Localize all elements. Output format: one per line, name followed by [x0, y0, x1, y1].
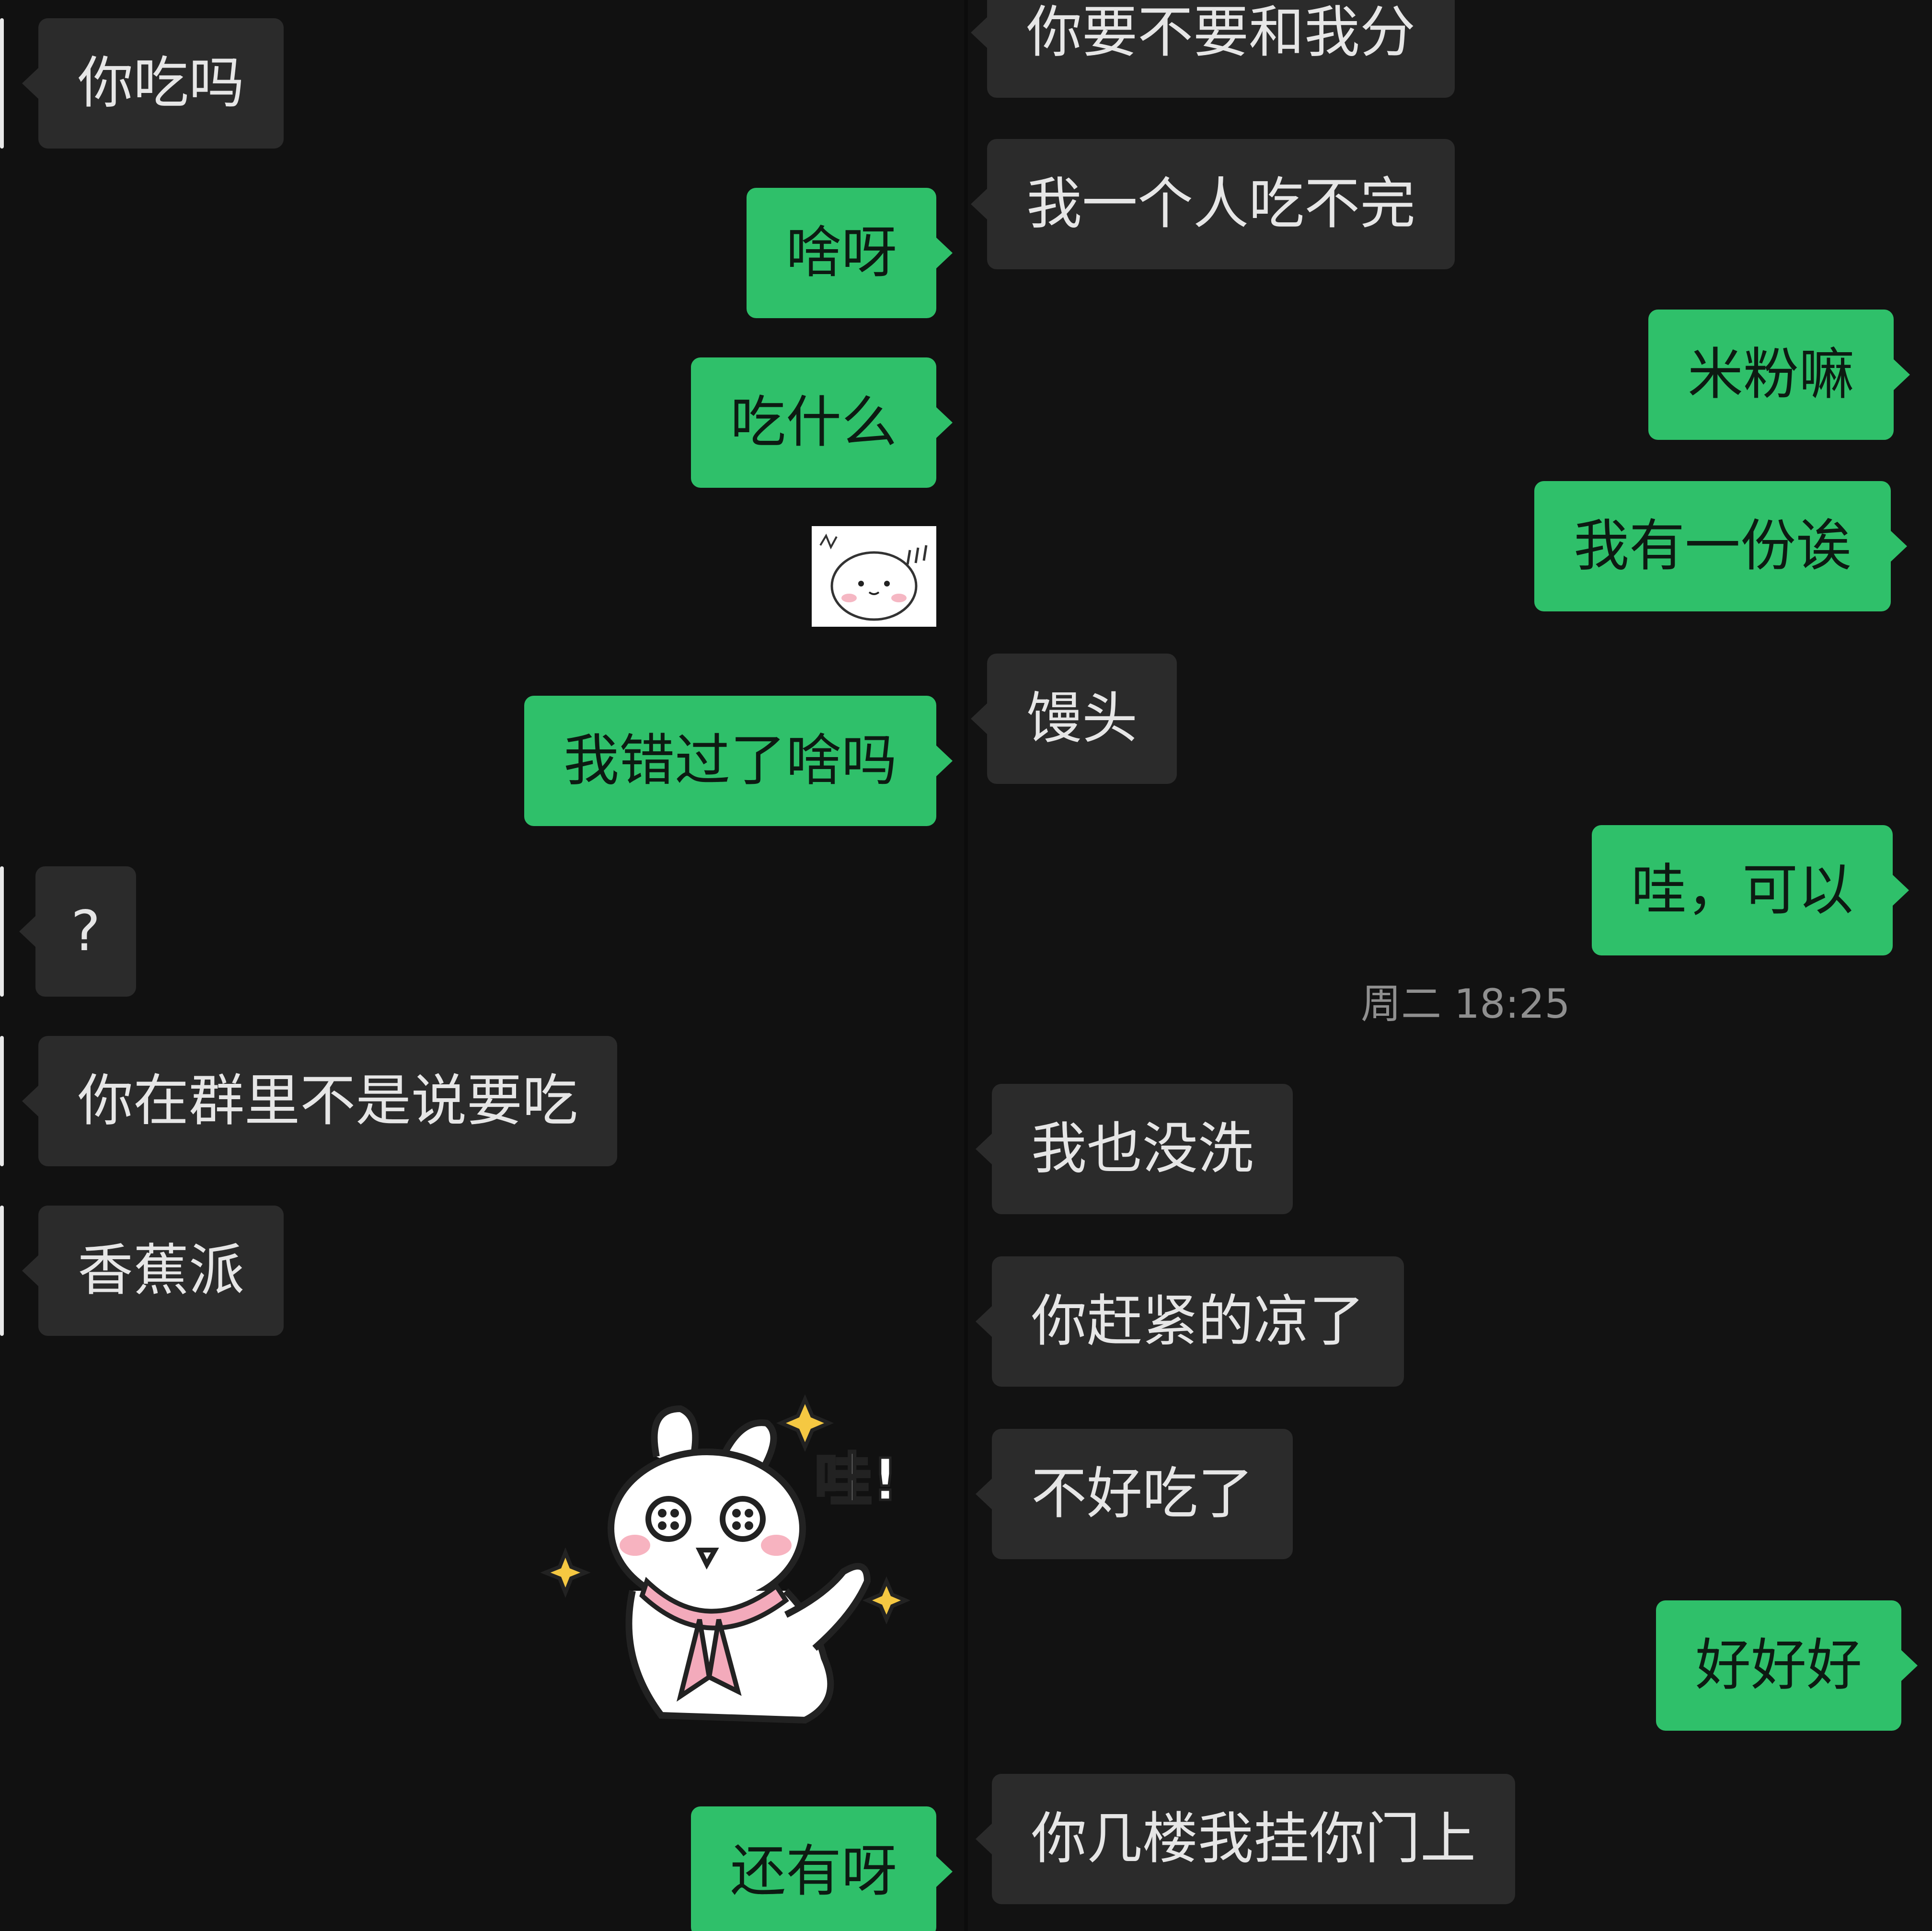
outgoing-message-bubble[interactable]: 我错过了啥吗 — [524, 696, 953, 826]
chat-panel-left[interactable]: 你吃吗 啥呀 吃什么 我错过了啥吗 ? 你在群里不是说要吃 香蕉派 哇! 还有呀 — [0, 0, 964, 1931]
incoming-message-bubble[interactable]: 你赶紧的凉了 — [976, 1256, 1404, 1387]
small-bun-sticker[interactable] — [812, 526, 936, 627]
message-edge-marker — [0, 866, 4, 997]
incoming-message-bubble[interactable]: 你在群里不是说要吃 — [22, 1036, 617, 1166]
rabbit-wow-sticker[interactable]: 哇! — [537, 1390, 930, 1735]
chat-panel-right[interactable]: 你要不要和我分 我一个人吃不完 米粉嘛 我有一份诶 馒头 哇，可以 周二 18:… — [968, 0, 1932, 1931]
incoming-message-bubble[interactable]: 香蕉派 — [22, 1206, 284, 1336]
outgoing-message-bubble[interactable]: 米粉嘛 — [1648, 310, 1910, 440]
incoming-message-bubble[interactable]: 我一个人吃不完 — [971, 139, 1455, 269]
outgoing-message-bubble[interactable]: 好好好 — [1656, 1600, 1918, 1731]
rabbit-icon: 哇! — [540, 1394, 911, 1724]
outgoing-message-bubble[interactable]: 吃什么 — [691, 357, 953, 488]
incoming-message-bubble[interactable]: 你吃吗 — [22, 18, 284, 149]
panel-divider — [964, 0, 968, 1931]
outgoing-message-bubble[interactable]: 啥呀 — [747, 188, 953, 318]
message-edge-marker — [0, 1036, 4, 1166]
message-edge-marker — [0, 1206, 4, 1336]
incoming-message-bubble[interactable]: 馒头 — [971, 654, 1177, 784]
message-edge-marker — [0, 18, 4, 149]
incoming-message-bubble[interactable]: ? — [19, 866, 136, 997]
incoming-message-bubble[interactable]: 你几楼我挂你门上 — [976, 1774, 1515, 1904]
bun-face-icon — [812, 526, 936, 627]
outgoing-message-bubble[interactable]: 我有一份诶 — [1534, 481, 1907, 611]
sticker-text: 哇! — [815, 1447, 898, 1514]
incoming-message-bubble[interactable]: 不好吃了 — [976, 1429, 1293, 1559]
outgoing-message-bubble[interactable]: 还有呀 — [691, 1806, 953, 1931]
incoming-message-bubble[interactable]: 你要不要和我分 — [971, 0, 1455, 98]
message-timestamp: 周二 18:25 — [1361, 980, 1570, 1027]
incoming-message-bubble[interactable]: 我也没洗 — [976, 1084, 1293, 1214]
outgoing-message-bubble[interactable]: 哇，可以 — [1592, 825, 1909, 955]
